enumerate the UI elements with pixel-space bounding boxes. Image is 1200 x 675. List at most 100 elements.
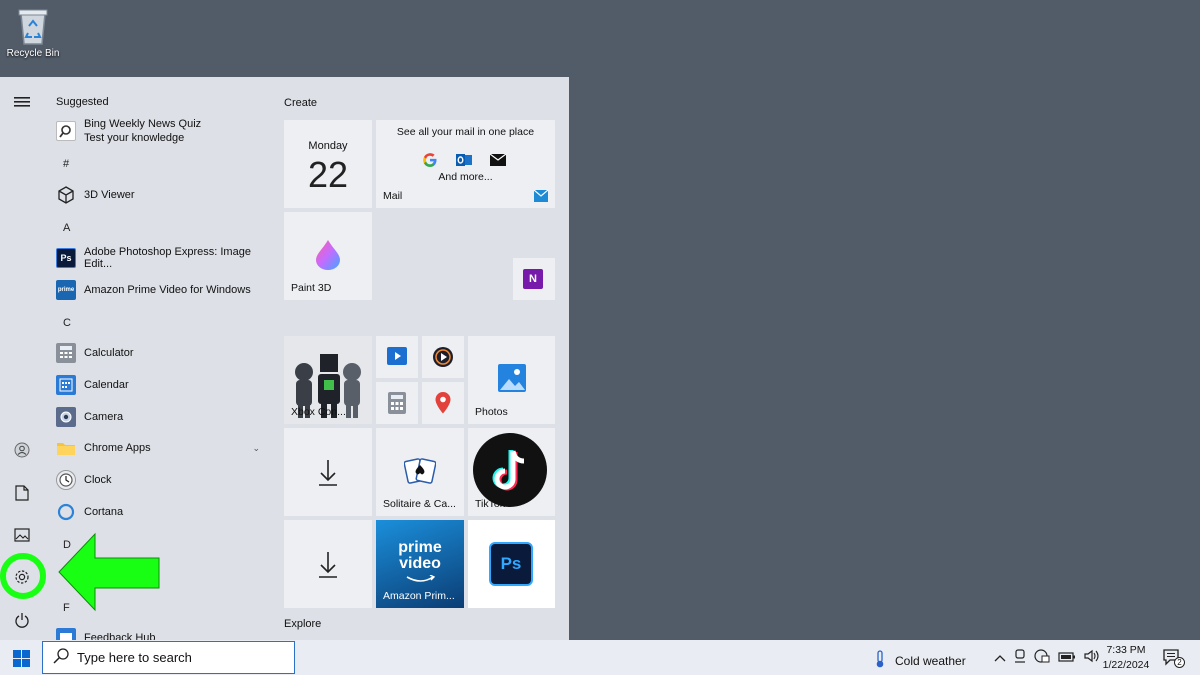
tiktok-tile-label: TikTok [475, 498, 505, 510]
mail-tile[interactable]: See all your mail in one place And more.… [376, 120, 555, 208]
recycle-bin-icon [18, 9, 48, 45]
weather-text: Cold weather [895, 653, 966, 668]
solitaire-tile-label: Solitaire & Ca... [383, 498, 456, 510]
app-clock[interactable]: Clock [56, 466, 270, 494]
thermometer-icon [875, 650, 885, 671]
cube-icon [56, 185, 76, 205]
prime-tile-logo: prime video [376, 540, 464, 572]
tiktok-tile[interactable]: TikTok [468, 428, 555, 516]
photoshop-tile[interactable]: Ps [468, 520, 555, 608]
map-pin-icon [435, 392, 451, 414]
photos-tile-label: Photos [475, 406, 508, 418]
photos-tile[interactable]: Photos [468, 336, 555, 424]
windows-start-button[interactable] [8, 646, 34, 670]
chevron-up-icon[interactable] [994, 651, 1006, 665]
recycle-bin-shortcut[interactable]: Recycle Bin [4, 6, 62, 59]
meet-now-icon[interactable] [1014, 649, 1026, 666]
download-arrow-icon [319, 552, 337, 578]
app-calendar[interactable]: Calendar [56, 371, 270, 399]
calendar-icon [56, 375, 76, 395]
user-account-icon[interactable] [10, 438, 34, 462]
documents-icon[interactable] [10, 481, 34, 505]
paint-3d-tile[interactable]: Paint 3D [284, 212, 372, 300]
prime-video-icon: prime [56, 280, 76, 300]
media-player-tile[interactable] [422, 336, 464, 378]
app-prime-label: Amazon Prime Video for Windows [84, 284, 251, 296]
calendar-tile[interactable]: Monday 22 [284, 120, 372, 208]
app-camera[interactable]: Camera [56, 403, 270, 431]
xbox-console-tile[interactable]: Xbox Con... [284, 336, 372, 424]
solitaire-tile[interactable]: Solitaire & Ca... [376, 428, 464, 516]
app-chrome-apps[interactable]: Chrome Apps ⌄ [56, 434, 270, 462]
app-calculator-label: Calculator [84, 347, 134, 359]
photos-icon [498, 364, 526, 392]
download-tile-1[interactable] [284, 428, 372, 516]
maps-tile[interactable] [422, 382, 464, 424]
download-tile-2[interactable] [284, 520, 372, 608]
app-calculator[interactable]: Calculator [56, 339, 270, 367]
prime-video-tile[interactable]: prime video Amazon Prim... [376, 520, 464, 608]
chevron-down-icon[interactable]: ⌄ [252, 443, 260, 454]
solitaire-cards-icon [404, 458, 436, 484]
cortana-icon [56, 502, 76, 522]
camera-icon [56, 407, 76, 427]
calendar-tile-day: Monday [308, 140, 348, 152]
app-photoshop-express[interactable]: Ps Adobe Photoshop Express: Image Edit..… [56, 244, 270, 272]
windows-logo-icon [12, 649, 30, 667]
search-input[interactable] [77, 650, 277, 665]
app-bing-line1: Bing Weekly News Quiz [84, 118, 202, 130]
weather-widget[interactable]: Cold weather [875, 650, 966, 671]
taskbar-clock[interactable]: 7:33 PM 1/22/2024 [1098, 643, 1154, 673]
clock-time: 7:33 PM [1106, 644, 1146, 656]
hamburger-menu-icon[interactable] [10, 90, 34, 114]
mail-provider-icons [422, 152, 506, 168]
paint-3d-label: Paint 3D [291, 282, 332, 294]
letter-c[interactable]: C [63, 317, 71, 329]
battery-icon[interactable] [1058, 651, 1076, 665]
recycle-bin-label: Recycle Bin [6, 48, 60, 59]
mail-tile-more: And more... [438, 171, 493, 183]
app-camera-label: Camera [84, 411, 124, 423]
app-feedback-hub[interactable]: Feedback Hub [56, 624, 270, 640]
app-prime-video[interactable]: prime Amazon Prime Video for Windows [56, 276, 270, 304]
system-tray [994, 649, 1100, 666]
app-cortana-label: Cortana [84, 506, 124, 518]
power-icon[interactable] [10, 608, 34, 632]
movies-tv-tile[interactable] [376, 336, 418, 378]
media-player-icon [433, 347, 453, 367]
tiktok-logo-icon [473, 433, 547, 507]
app-feedback-label: Feedback Hub [84, 632, 156, 640]
onenote-tile[interactable]: N [513, 258, 555, 300]
photoshop-express-tile-icon: Ps [489, 542, 533, 586]
suggested-heading: Suggested [56, 96, 109, 108]
app-3d-viewer[interactable]: 3D Viewer [56, 181, 270, 209]
explore-group-title: Explore [284, 618, 322, 630]
feedback-hub-icon [56, 628, 76, 640]
search-quiz-icon [56, 121, 76, 141]
app-3d-viewer-label: 3D Viewer [84, 189, 135, 201]
app-chrome-apps-label: Chrome Apps [84, 442, 151, 454]
create-group-title: Create [284, 97, 318, 109]
settings-highlight-circle [0, 553, 46, 599]
letter-hash[interactable]: # [63, 158, 69, 170]
prime-line2: video [399, 555, 441, 572]
app-clock-label: Clock [84, 474, 112, 486]
app-calendar-label: Calendar [84, 379, 129, 391]
app-bing-news-quiz[interactable]: Bing Weekly News Quiz Test your knowledge [56, 117, 270, 145]
prime-tile-label: Amazon Prim... [383, 590, 455, 602]
app-cortana[interactable]: Cortana [56, 498, 270, 526]
green-pointer-arrow-icon [58, 532, 160, 612]
clock-icon [56, 470, 76, 490]
calculator-tile[interactable] [376, 382, 418, 424]
notification-center-icon[interactable]: 2 [1163, 648, 1185, 668]
onenote-icon: N [523, 269, 543, 289]
app-bing-line2: Test your knowledge [84, 132, 185, 144]
letter-a[interactable]: A [63, 222, 70, 234]
calculator-tile-icon [388, 392, 406, 414]
network-icon[interactable] [1034, 649, 1050, 666]
mail-app-icon [534, 190, 548, 202]
taskbar-search-box[interactable] [42, 641, 295, 674]
tiles-pane: Create Monday 22 See all your mail in on… [276, 77, 569, 640]
app-photoshop-label: Adobe Photoshop Express: Image Edit... [84, 246, 251, 270]
pictures-icon[interactable] [10, 523, 34, 547]
